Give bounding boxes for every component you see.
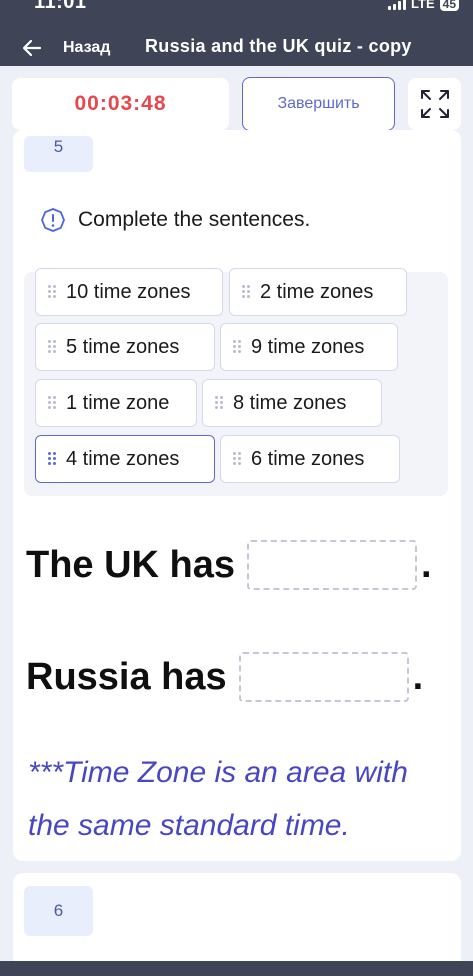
answer-drop-zone[interactable] [247,540,418,590]
option-label: 9 time zones [251,335,365,358]
expand-icon [420,90,449,118]
status-indicators: LTE 45 [388,0,459,11]
sentence-2: Russia has . [26,652,423,702]
battery-icon: 45 [439,0,459,11]
back-button[interactable]: Назад [63,39,110,57]
sentence-end: . [412,655,424,698]
bottom-bar [0,961,473,976]
fullscreen-button[interactable] [408,78,461,130]
instruction-text: Complete the sentences. [78,208,311,231]
navigation-bar: Назад Russia and the UK quiz - copy [0,34,473,62]
answer-drop-zone[interactable] [238,652,409,702]
page-title: Russia and the UK quiz - copy [145,36,412,56]
word-bank: 10 time zones 2 time zones 5 time zones … [24,268,448,496]
finish-button[interactable]: Завершить [242,77,395,131]
drag-handle-icon [242,285,250,299]
option-label: 8 time zones [233,391,347,414]
info-alert-icon [41,208,65,232]
top-bar: 11:01 LTE 45 Назад Russia and the UK qui… [0,0,473,66]
option-chip[interactable]: 10 time zones [35,268,223,316]
definition-note: ***Time Zone is an area with the same st… [28,746,448,852]
sentence-end: . [421,543,432,586]
note-line: ***Time Zone is an area with [28,756,408,789]
option-chip[interactable]: 6 time zones [220,435,400,483]
drag-handle-icon [48,396,56,410]
option-chip[interactable]: 5 time zones [35,323,215,371]
drag-handle-icon [48,452,56,466]
drag-handle-icon [215,396,223,410]
network-type: LTE [411,0,435,11]
option-label: 10 time zones [66,280,191,303]
back-arrow-icon[interactable] [20,36,44,60]
option-chip[interactable]: 2 time zones [229,268,407,316]
option-chip[interactable]: 1 time zone [35,379,197,427]
drag-handle-icon [233,340,241,354]
option-label: 5 time zones [66,335,180,358]
sentence-text: Russia has [26,655,227,698]
option-chip[interactable]: 9 time zones [220,323,398,371]
question-number: 5 [24,136,93,172]
signal-icon [388,0,407,10]
status-time: 11:01 [34,0,87,13]
drag-handle-icon [48,285,56,299]
sentence-1: The UK has . [26,540,432,590]
instruction: Complete the sentences. [40,207,310,233]
timer: 00:03:48 [12,78,229,130]
sentence-text: The UK has [26,543,236,586]
drag-handle-icon [233,452,241,466]
note-line: the same standard time. [28,809,350,842]
next-question-number: 6 [24,886,93,936]
option-label: 4 time zones [66,447,180,470]
option-label: 1 time zone [66,391,170,414]
option-chip[interactable]: 8 time zones [202,379,382,427]
drag-handle-icon [48,340,56,354]
option-label: 2 time zones [260,280,374,303]
option-label: 6 time zones [251,447,365,470]
option-chip-selected[interactable]: 4 time zones [35,435,215,483]
